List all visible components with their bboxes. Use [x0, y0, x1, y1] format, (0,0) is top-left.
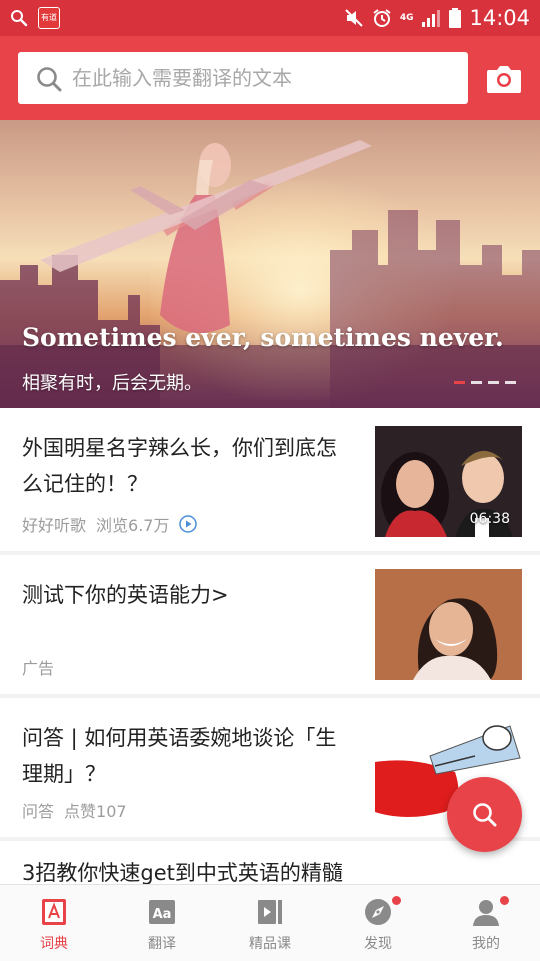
- search-icon: [473, 803, 497, 827]
- status-bar: 有道 4G 14:04: [0, 0, 540, 36]
- dictionary-icon: [42, 899, 66, 925]
- tab-discover[interactable]: 发现: [324, 885, 432, 961]
- tab-label: 翻译: [148, 936, 176, 952]
- tab-dictionary[interactable]: 词典: [0, 885, 108, 961]
- notification-dot: [500, 896, 509, 905]
- feed-item-title: 问答 | 如何用英语委婉地谈论「生理期」？: [22, 726, 337, 786]
- floating-search-button[interactable]: [447, 777, 522, 852]
- alarm-icon: [373, 9, 391, 27]
- camera-button[interactable]: [486, 64, 522, 94]
- search-input[interactable]: [72, 52, 452, 104]
- ad-photo: [375, 569, 522, 680]
- feed-item-meta: 广告: [22, 655, 54, 679]
- feed-item-source: 问答: [22, 802, 55, 821]
- banner-dot: [471, 381, 482, 384]
- feed-item-meta: 好好听歌 浏览6.7万: [22, 512, 198, 536]
- signal-icon: [422, 10, 441, 27]
- feed-item-ad[interactable]: 测试下你的英语能力> 广告: [0, 555, 540, 694]
- search-box[interactable]: [18, 52, 468, 104]
- feed-item-thumbnail[interactable]: 06:38: [375, 426, 522, 537]
- tab-label: 我的: [472, 936, 500, 952]
- feed-item-title: 外国明星名字辣么长，你们到底怎么记住的！？: [22, 436, 337, 496]
- banner-page-indicator: [454, 381, 516, 384]
- notification-dot: [392, 896, 401, 905]
- banner-dot: [505, 381, 516, 384]
- tab-label: 词典: [40, 936, 68, 952]
- svg-text:Aa: Aa: [153, 907, 172, 922]
- tab-translate[interactable]: Aa 翻译: [108, 885, 216, 961]
- network-type: 4G: [399, 12, 414, 23]
- feed-item-celebrity-names[interactable]: 外国明星名字辣么长，你们到底怎么记住的！？ 好好听歌 浏览6.7万 06:38: [0, 408, 540, 551]
- battery-icon: [449, 8, 462, 28]
- banner-dot: [454, 381, 465, 384]
- bottom-navigation: 词典 Aa 翻译 精品课 发现 我的: [0, 884, 540, 961]
- feed-item-title: 测试下你的英语能力>: [22, 583, 229, 607]
- feed-item-source: 好好听歌: [22, 516, 87, 535]
- banner-carousel[interactable]: Sometimes ever, sometimes never. 相聚有时，后会…: [0, 120, 540, 408]
- discover-compass-icon: [365, 899, 391, 925]
- tab-courses[interactable]: 精品课: [216, 885, 324, 961]
- feed-item-views: 浏览6.7万: [96, 516, 170, 535]
- course-icon: [258, 900, 282, 924]
- feed-item-thumbnail[interactable]: [375, 569, 522, 680]
- feed-item-likes: 点赞107: [64, 802, 127, 821]
- video-duration: 06:38: [469, 511, 510, 527]
- play-icon: [179, 515, 198, 533]
- mute-icon: [345, 9, 363, 27]
- banner-image: [0, 140, 540, 408]
- tab-label: 发现: [364, 936, 392, 952]
- profile-icon: [473, 900, 499, 926]
- ad-label: 广告: [22, 659, 55, 678]
- translate-icon: Aa: [149, 900, 175, 924]
- search-icon: [37, 67, 62, 92]
- tab-label: 精品课: [249, 936, 291, 952]
- banner-dot: [488, 381, 499, 384]
- feed-item-meta: 问答 点赞107: [22, 798, 127, 822]
- clock-time: 14:04: [469, 6, 530, 30]
- tab-profile[interactable]: 我的: [432, 885, 540, 961]
- app-badge-icon: 有道: [38, 7, 60, 29]
- banner-subtitle: 相聚有时，后会无期。: [22, 373, 202, 394]
- banner-headline: Sometimes ever, sometimes never.: [22, 323, 504, 352]
- search-header: [0, 36, 540, 120]
- search-icon: [11, 10, 28, 27]
